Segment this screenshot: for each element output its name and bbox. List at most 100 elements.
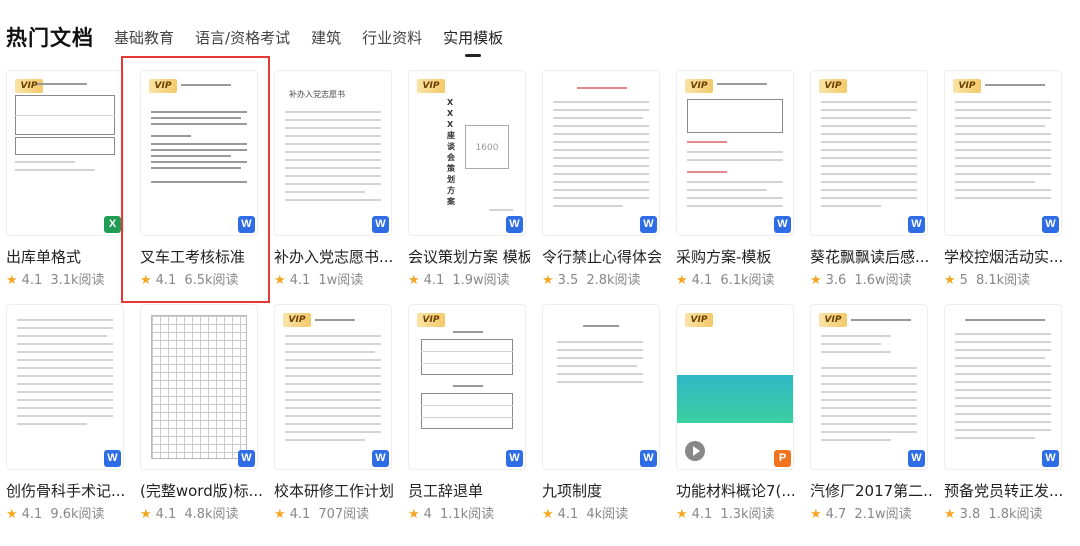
- document-title[interactable]: 员工辞退单: [408, 480, 530, 501]
- star-icon: ★: [408, 273, 420, 288]
- document-card[interactable]: W (完整word版)标... ★ 4.1 4.8k阅读: [140, 304, 262, 529]
- document-card[interactable]: VIP W 学校控烟活动实... ★ 5 8.1k阅读: [944, 70, 1063, 295]
- star-icon: ★: [542, 273, 554, 288]
- document-title[interactable]: 汽修厂2017第二...: [810, 480, 932, 501]
- document-title[interactable]: 创伤骨科手术记...: [6, 480, 128, 501]
- document-thumbnail: W: [944, 304, 1062, 470]
- document-title[interactable]: 叉车工考核标准: [140, 246, 262, 267]
- tab-practical-templates[interactable]: 实用模板: [443, 27, 503, 57]
- document-meta: ★ 4.1 4.8k阅读: [140, 503, 239, 522]
- document-meta: ★ 5 8.1k阅读: [944, 269, 1030, 288]
- document-card[interactable]: VIP XXX座谈会策划方案 1600 W 会议策划方案 模板 ★ 4.1 1.9w…: [408, 70, 530, 295]
- thumb-heading: 补办入党志愿书: [289, 90, 345, 99]
- document-card[interactable]: VIP W 员工辞退单 ★ 4 1.1k阅读: [408, 304, 526, 529]
- read-count: 2.8k阅读: [586, 273, 641, 288]
- document-thumbnail: W: [542, 304, 660, 470]
- document-title[interactable]: 学校控烟活动实...: [944, 246, 1066, 267]
- document-thumbnail: VIP W: [408, 304, 526, 470]
- document-title[interactable]: 预备党员转正发...: [944, 480, 1066, 501]
- read-count: 4.8k阅读: [184, 507, 239, 522]
- word-file-icon: W: [908, 450, 925, 467]
- read-count: 1.3k阅读: [720, 507, 775, 522]
- word-file-icon: W: [238, 450, 255, 467]
- word-file-icon: W: [506, 216, 523, 233]
- rating: 4.1: [155, 507, 177, 522]
- tab-basic-education[interactable]: 基础教育: [114, 27, 174, 48]
- document-thumbnail: VIP W: [140, 70, 258, 236]
- rating: 3.6: [825, 273, 847, 288]
- document-thumbnail: VIP XXX座谈会策划方案 1600 W: [408, 70, 526, 236]
- word-file-icon: W: [1042, 216, 1059, 233]
- document-title[interactable]: 令行禁止心得体会: [542, 246, 664, 267]
- document-thumbnail: W: [542, 70, 660, 236]
- document-card[interactable]: VIP W 叉车工考核标准 ★ 4.1 6.5k阅读: [140, 70, 258, 295]
- rating: 4.1: [423, 273, 445, 288]
- vip-badge: VIP: [283, 313, 311, 327]
- rating: 4.1: [289, 507, 311, 522]
- document-title[interactable]: 九项制度: [542, 480, 664, 501]
- document-title[interactable]: 葵花飘飘读后感...: [810, 246, 932, 267]
- star-icon: ★: [408, 507, 420, 522]
- document-card[interactable]: W 创伤骨科手术记... ★ 4.1 9.6k阅读: [6, 304, 125, 529]
- document-card[interactable]: VIP X 出库单格式 ★ 4.1 3.1k阅读: [6, 70, 124, 295]
- document-thumbnail: VIP W: [810, 70, 928, 236]
- document-meta: ★ 4 1.1k阅读: [408, 503, 494, 522]
- document-title[interactable]: 补办入党志愿书...: [274, 246, 396, 267]
- rating: 4: [423, 507, 432, 522]
- star-icon: ★: [810, 273, 822, 288]
- tab-industry-materials[interactable]: 行业资料: [362, 27, 422, 48]
- star-icon: ★: [944, 273, 956, 288]
- read-count: 1.9w阅读: [452, 273, 510, 288]
- rating: 4.1: [155, 273, 177, 288]
- tab-language-exam[interactable]: 语言/资格考试: [195, 27, 290, 48]
- document-thumbnail: W: [6, 304, 124, 470]
- document-card[interactable]: W 令行禁止心得体会 ★ 3.5 2.8k阅读: [542, 70, 662, 295]
- document-meta: ★ 4.1 707阅读: [274, 503, 369, 522]
- play-icon[interactable]: [685, 441, 705, 461]
- vip-badge: VIP: [819, 79, 847, 93]
- word-file-icon: W: [1042, 450, 1059, 467]
- document-meta: ★ 4.7 2.1w阅读: [810, 503, 912, 522]
- document-thumbnail: VIP W: [274, 304, 392, 470]
- vip-badge: VIP: [819, 313, 847, 327]
- document-thumbnail: VIP P: [676, 304, 794, 470]
- word-file-icon: W: [908, 216, 925, 233]
- read-count: 8.1k阅读: [975, 273, 1031, 288]
- document-card[interactable]: VIP P 功能材料概论7(... ★ 4.1 1.3k阅读: [676, 304, 796, 529]
- rating: 4.7: [825, 507, 847, 522]
- header: 热门文档 基础教育 语言/资格考试 建筑 行业资料 实用模板: [0, 0, 1080, 64]
- word-file-icon: W: [238, 216, 255, 233]
- read-count: 4k阅读: [586, 507, 629, 522]
- vip-badge: VIP: [953, 79, 981, 93]
- document-meta: ★ 3.6 1.6w阅读: [810, 269, 912, 288]
- star-icon: ★: [944, 507, 956, 522]
- rating: 5: [959, 273, 968, 288]
- document-title[interactable]: 采购方案-模板: [676, 246, 798, 267]
- read-count: 2.1w阅读: [854, 507, 912, 522]
- document-title[interactable]: 出库单格式: [6, 246, 128, 267]
- document-card[interactable]: VIP W 校本研修工作计划 ★ 4.1 707阅读: [274, 304, 394, 529]
- document-thumbnail: W: [140, 304, 258, 470]
- document-card[interactable]: W 九项制度 ★ 4.1 4k阅读: [542, 304, 660, 529]
- tab-architecture[interactable]: 建筑: [311, 27, 341, 48]
- word-file-icon: W: [774, 216, 791, 233]
- star-icon: ★: [810, 507, 822, 522]
- document-thumbnail: VIP X: [6, 70, 124, 236]
- document-card[interactable]: 补办入党志愿书 W 补办入党志愿书... ★ 4.1 1w阅读: [274, 70, 393, 295]
- vip-badge: VIP: [149, 79, 177, 93]
- vip-badge: VIP: [417, 313, 445, 327]
- document-title[interactable]: 校本研修工作计划: [274, 480, 396, 501]
- document-card[interactable]: VIP W 汽修厂2017第二... ★ 4.7 2.1w阅读: [810, 304, 932, 529]
- read-count: 1.6w阅读: [854, 273, 912, 288]
- document-meta: ★ 4.1 6.1k阅读: [676, 269, 775, 288]
- document-title[interactable]: (完整word版)标...: [140, 480, 262, 501]
- document-title[interactable]: 功能材料概论7(...: [676, 480, 798, 501]
- document-card[interactable]: VIP W 葵花飘飘读后感... ★ 3.6 1.6w阅读: [810, 70, 929, 295]
- grid-paper: [151, 315, 247, 459]
- document-card[interactable]: VIP W 采购方案-模板 ★ 4.1 6.1k阅读: [676, 70, 794, 295]
- rating: 4.1: [21, 507, 43, 522]
- document-card[interactable]: W 预备党员转正发... ★ 3.8 1.8k阅读: [944, 304, 1063, 529]
- document-title[interactable]: 会议策划方案 模板: [408, 246, 530, 267]
- read-count: 707阅读: [318, 507, 370, 522]
- word-file-icon: W: [640, 450, 657, 467]
